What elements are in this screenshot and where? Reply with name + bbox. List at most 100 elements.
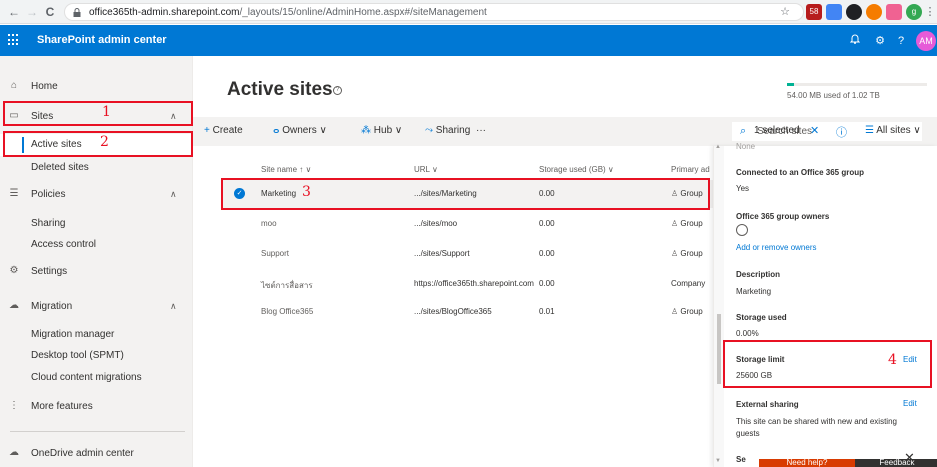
close-icon[interactable]: ✕	[904, 450, 915, 466]
nav-desktop-tool-label: Desktop tool (SPMT)	[31, 350, 124, 361]
suite-bar: SharePoint admin center ⚙ ? AM	[0, 25, 937, 56]
details-info-icon[interactable]: ⓘ	[836, 124, 847, 140]
nav-migration-label: Migration	[31, 301, 73, 312]
add-remove-owners-link[interactable]: Add or remove owners	[736, 243, 816, 252]
storage-text: 54.00 MB used of 1.02 TB	[787, 91, 880, 100]
app-launcher-icon[interactable]	[8, 34, 20, 46]
panel-scrollbar[interactable]: ▲ ▼	[714, 144, 724, 467]
nav-deleted-sites-label: Deleted sites	[31, 162, 89, 173]
nav-policies[interactable]: ☰ Policies ∧	[0, 184, 193, 206]
more-icon: ⋮	[9, 400, 19, 411]
gear-icon[interactable]: ⚙	[872, 33, 888, 49]
owners-button[interactable]: ⴰ Owners ∨	[273, 125, 327, 136]
nav-onedrive-label: OneDrive admin center	[31, 448, 134, 459]
bell-icon[interactable]	[847, 33, 863, 49]
search-icon: ⌕	[740, 125, 747, 137]
storage-used-value: 0.00%	[736, 329, 759, 338]
description-value: Marketing	[736, 287, 772, 296]
col-header-storage[interactable]: Storage used (GB) ∨	[539, 165, 614, 174]
annotation-number-4: 4	[888, 352, 897, 368]
nav-access-control[interactable]: Access control	[0, 234, 193, 256]
cell-url: .../sites/moo	[414, 219, 458, 228]
cell-site-name[interactable]: moo	[261, 219, 277, 228]
annotation-box-storage-limit	[723, 340, 932, 388]
policies-icon: ☰	[9, 188, 19, 199]
col-header-primary[interactable]: Primary ad	[671, 165, 710, 174]
nav-migration-manager[interactable]: Migration manager	[0, 324, 193, 346]
settings-icon: ⚙	[9, 265, 19, 276]
nav-more-features[interactable]: ⋮ More features	[0, 396, 193, 418]
nav-migration-manager-label: Migration manager	[31, 329, 115, 340]
close-selection-icon[interactable]: ✕	[810, 124, 819, 137]
info-icon[interactable]: ?	[333, 86, 342, 95]
profile-icon[interactable]: g	[906, 4, 922, 20]
plus-icon: +	[204, 125, 210, 136]
nav-sharing[interactable]: Sharing	[0, 213, 193, 235]
cell-storage: 0.00	[539, 249, 555, 258]
col-header-site-name[interactable]: Site name ↑ ∨	[261, 165, 311, 174]
star-icon[interactable]: ☆	[777, 4, 793, 20]
hub-icon: ⁂	[361, 125, 371, 136]
annotation-box-sites	[3, 101, 193, 126]
extension-icon[interactable]	[826, 4, 842, 20]
app-title[interactable]: SharePoint admin center	[37, 34, 167, 46]
table-row[interactable]: Support .../sites/Support 0.00 ♙ Group	[221, 240, 715, 268]
annotation-number-3: 3	[302, 184, 311, 200]
col-header-url[interactable]: URL ∨	[414, 165, 438, 174]
extension-pink-icon[interactable]	[886, 4, 902, 20]
connected-value: Yes	[736, 184, 750, 193]
nav-divider	[10, 431, 185, 432]
panel-cut-label: Se	[736, 455, 746, 464]
nav-deleted-sites[interactable]: Deleted sites	[0, 157, 193, 179]
more-actions-button[interactable]: ···	[476, 125, 486, 136]
person-icon	[736, 224, 748, 236]
address-bar[interactable]: office365th-admin.sharepoint.com/_layout…	[64, 3, 804, 21]
nav-settings[interactable]: ⚙ Settings	[0, 261, 193, 283]
avatar[interactable]: AM	[916, 31, 936, 51]
extension-dark-icon[interactable]	[846, 4, 862, 20]
nav-home[interactable]: ⌂ Home	[0, 76, 193, 98]
nav-desktop-tool[interactable]: Desktop tool (SPMT)	[0, 345, 193, 367]
external-sharing-edit-link[interactable]: Edit	[903, 399, 917, 408]
nav-policies-label: Policies	[31, 189, 66, 200]
view-selector[interactable]: ☰ All sites ∨	[865, 125, 921, 136]
nav-settings-label: Settings	[31, 266, 68, 277]
chevron-up-icon[interactable]: ∧	[170, 189, 177, 200]
cell-primary: ♙ Group	[671, 307, 703, 316]
nav-access-control-label: Access control	[31, 239, 97, 250]
cell-url: .../sites/BlogOffice365	[414, 307, 492, 316]
external-sharing-value: This site can be shared with new and exi…	[736, 417, 897, 426]
hub-button[interactable]: ⁂ Hub ∨	[361, 125, 402, 136]
storage-bar	[787, 83, 927, 86]
create-button[interactable]: + Create	[204, 125, 243, 136]
back-icon[interactable]: ←	[6, 4, 22, 20]
table-row[interactable]: moo .../sites/moo 0.00 ♙ Group	[221, 210, 715, 238]
cell-url: https://office365th.sharepoint.com	[414, 279, 534, 288]
cell-url: .../sites/Support	[414, 249, 470, 258]
selected-count: 1 selected	[754, 125, 800, 136]
cell-storage: 0.01	[539, 307, 555, 316]
extension-orange-icon[interactable]	[866, 4, 882, 20]
help-icon[interactable]: ?	[893, 33, 909, 49]
menu-icon[interactable]: ⋮	[922, 4, 937, 20]
annotation-number-2: 2	[100, 134, 109, 150]
forward-icon[interactable]: →	[24, 4, 40, 20]
reload-icon[interactable]: C	[42, 4, 58, 20]
sharing-button[interactable]: ⤳ Sharing	[425, 125, 470, 136]
table-row[interactable]: Blog Office365 .../sites/BlogOffice365 0…	[221, 298, 715, 326]
cell-site-name[interactable]: Support	[261, 249, 289, 258]
connected-label: Connected to an Office 365 group	[736, 168, 865, 177]
person-icon: ♙	[671, 307, 679, 316]
cell-site-name[interactable]: ไซต์การสื่อสาร	[261, 279, 313, 292]
feedback-button[interactable]: Feedback	[855, 459, 937, 467]
nav-migration[interactable]: ☁ Migration ∧	[0, 296, 193, 318]
table-row[interactable]: ไซต์การสื่อสาร https://office365th.share…	[221, 270, 715, 298]
nav-cloud-migrations[interactable]: Cloud content migrations	[0, 367, 193, 389]
cell-site-name[interactable]: Blog Office365	[261, 307, 313, 316]
home-icon: ⌂	[10, 80, 18, 91]
need-help-button[interactable]: Need help?	[759, 459, 855, 467]
extension-badge-icon[interactable]: 58	[806, 4, 822, 20]
nav-home-label: Home	[31, 81, 58, 92]
nav-onedrive[interactable]: ☁ OneDrive admin center	[0, 443, 193, 465]
chevron-up-icon[interactable]: ∧	[170, 301, 177, 312]
